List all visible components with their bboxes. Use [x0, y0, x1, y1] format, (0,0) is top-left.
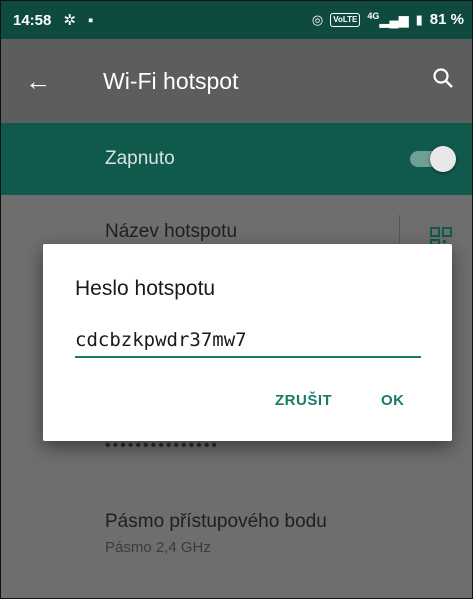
ok-button[interactable]: OK — [381, 392, 405, 409]
sd-card-icon: ▪ — [87, 11, 94, 29]
gear-icon: ✲ — [63, 12, 76, 29]
status-indicators: ◎ VoLTE 4G▂▄▆ ▮ 81 % — [312, 11, 464, 28]
hotspot-icon: ◎ — [311, 11, 324, 27]
hotspot-toggle[interactable] — [410, 146, 456, 172]
back-arrow-icon[interactable]: ← — [25, 66, 55, 97]
hotspot-name-title[interactable]: Název hotspotu — [105, 221, 237, 243]
status-bar: 14:58 ✲ ▪ ◎ VoLTE 4G▂▄▆ ▮ 81 % — [1, 1, 472, 39]
switch-label: Zapnuto — [105, 148, 175, 169]
dialog-title: Heslo hotspotu — [75, 277, 216, 300]
cancel-button[interactable]: ZRUŠIT — [275, 392, 332, 409]
toggle-knob — [430, 146, 456, 172]
status-time: 14:58 — [13, 11, 52, 29]
signal-icon: 4G▂▄▆ — [367, 11, 409, 28]
password-dialog: Heslo hotspotu ZRUŠIT OK — [43, 244, 452, 441]
hotspot-master-switch-row[interactable]: Zapnuto — [1, 123, 472, 195]
battery-icon: ▮ — [415, 11, 423, 27]
band-value: Pásmo 2,4 GHz — [105, 539, 211, 556]
password-input[interactable] — [75, 324, 421, 358]
battery-percent: 81 % — [429, 11, 464, 29]
volte-icon: VoLTE — [330, 12, 361, 27]
page-title: Wi-Fi hotspot — [103, 67, 239, 94]
search-icon[interactable] — [432, 67, 454, 95]
network-type: 4G — [367, 11, 380, 22]
screen: 14:58 ✲ ▪ ◎ VoLTE 4G▂▄▆ ▮ 81 % ← Wi-Fi h… — [0, 0, 473, 599]
app-bar: ← Wi-Fi hotspot — [1, 39, 472, 123]
band-title[interactable]: Pásmo přístupového bodu — [105, 511, 327, 533]
